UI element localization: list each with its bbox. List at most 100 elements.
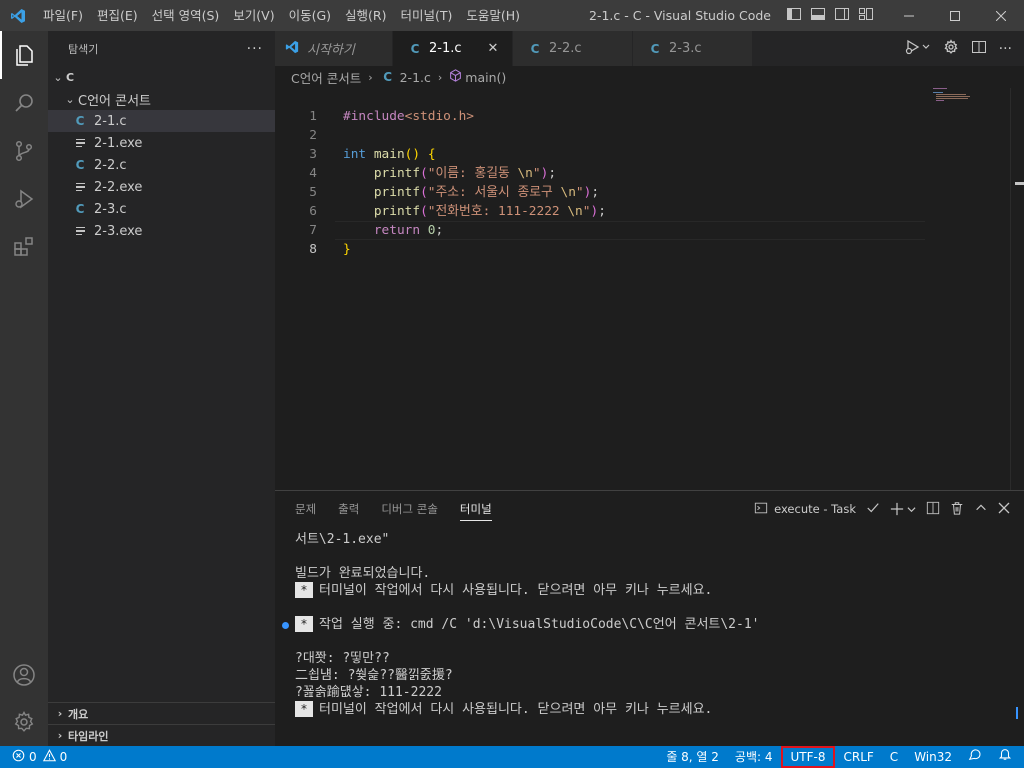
breadcrumb: C언어 콘서트 › C 2-1.c › main() <box>275 66 1024 88</box>
menu-file[interactable]: 파일(F) <box>36 0 90 31</box>
terminal-command-dot[interactable] <box>282 622 289 629</box>
chevron-right-icon: › <box>57 729 63 742</box>
new-terminal-icon[interactable] <box>890 502 916 516</box>
eol-selector[interactable]: CRLF <box>835 746 881 768</box>
terminal-icon <box>754 501 768 518</box>
terminal-task-selector[interactable]: execute - Task <box>754 501 856 518</box>
vscode-logo-icon <box>0 0 36 31</box>
split-editor-icon[interactable] <box>971 39 987 59</box>
file-label: 2-3.c <box>94 201 127 217</box>
toggle-secondary-sidebar-icon[interactable] <box>834 6 850 26</box>
terminal-line: 서트\2-1.exe" <box>295 532 390 547</box>
run-code-icon[interactable] <box>905 39 931 59</box>
encoding-selector[interactable]: UTF-8 <box>780 746 836 768</box>
indentation[interactable]: 공백: 4 <box>727 746 781 768</box>
tree-file-2-2-c[interactable]: C 2-2.c <box>48 154 275 176</box>
tree-folder[interactable]: ⌄ C언어 콘서트 <box>48 88 275 110</box>
menu-edit[interactable]: 편집(E) <box>90 0 145 31</box>
c-file-icon: C <box>383 70 393 84</box>
notifications-bell-icon[interactable] <box>990 746 1024 768</box>
chevron-right-icon: › <box>437 70 443 84</box>
extensions-icon[interactable] <box>0 223 48 271</box>
close-window-button[interactable] <box>978 0 1024 31</box>
generic-file-icon <box>72 226 88 236</box>
feedback-icon[interactable] <box>960 746 990 768</box>
check-icon[interactable] <box>866 501 880 518</box>
editor-scrollbar[interactable] <box>1010 88 1024 490</box>
c-file-icon: C <box>75 158 85 172</box>
platform-config[interactable]: Win32 <box>906 746 960 768</box>
code-editor[interactable]: 1 #include<stdio.h> 2 3 int main() { 4 pri… <box>275 88 1024 490</box>
problems-indicator[interactable]: 0 0 <box>0 749 67 765</box>
close-panel-icon[interactable] <box>998 502 1010 517</box>
breadcrumb-symbol[interactable]: main() <box>465 70 506 85</box>
menu-run[interactable]: 실행(R) <box>338 0 393 31</box>
breadcrumb-folder[interactable]: C언어 콘서트 <box>291 68 361 87</box>
terminal-line: * 터미널이 작업에서 다시 사용됩니다. 닫으려면 아무 키나 누르세요. <box>295 701 712 718</box>
error-count: 0 <box>29 750 37 764</box>
trash-icon[interactable] <box>950 501 964 518</box>
more-actions-icon[interactable]: ··· <box>999 41 1012 57</box>
tab-debug-console[interactable]: 디버그 콘솔 <box>373 491 446 527</box>
chevron-down-icon: ⌄ <box>53 70 63 84</box>
language-mode[interactable]: C <box>882 746 906 768</box>
tab-label: 2-1.c <box>429 41 462 56</box>
tab-terminal[interactable]: 터미널 <box>452 491 500 527</box>
tree-file-2-1-c[interactable]: C 2-1.c <box>48 110 275 132</box>
source-control-icon[interactable] <box>0 127 48 175</box>
close-tab-icon[interactable]: ✕ <box>488 41 499 56</box>
toggle-panel-icon[interactable] <box>810 6 826 26</box>
terminal-scrollbar[interactable] <box>1016 707 1018 719</box>
tab-welcome[interactable]: 시작하기 <box>275 31 393 66</box>
tree-file-2-2-exe[interactable]: 2-2.exe <box>48 176 275 198</box>
outline-section[interactable]: › 개요 <box>48 702 275 724</box>
status-bar: 0 0 줄 8, 열 2 공백: 4 UTF-8 CRLF C Win32 <box>0 746 1024 768</box>
timeline-section[interactable]: › 타임라인 <box>48 724 275 746</box>
tab-2-3-c[interactable]: C 2-3.c <box>633 31 753 66</box>
menu-selection[interactable]: 선택 영역(S) <box>145 0 227 31</box>
menu-terminal[interactable]: 터미널(T) <box>394 0 460 31</box>
explorer-icon[interactable] <box>0 31 48 79</box>
minimap[interactable] <box>933 88 1013 104</box>
panel-actions: execute - Task <box>754 491 1010 527</box>
run-debug-icon[interactable] <box>0 175 48 223</box>
layout-controls <box>786 0 874 31</box>
tab-label: 2-3.c <box>669 41 702 56</box>
toggle-sidebar-icon[interactable] <box>786 6 802 26</box>
explorer-header: 탐색기 ··· <box>48 31 275 66</box>
file-label: 2-1.c <box>94 113 127 129</box>
menu-go[interactable]: 이동(G) <box>282 0 338 31</box>
menu-bar: 파일(F) 편집(E) 선택 영역(S) 보기(V) 이동(G) 실행(R) 터… <box>36 0 527 31</box>
c-file-icon: C <box>75 202 85 216</box>
terminal-output[interactable]: 서트\2-1.exe" 빌드가 완료되었습니다. * 터미널이 작업에서 다시 사… <box>275 527 1024 747</box>
minimize-button[interactable] <box>886 0 932 31</box>
more-actions-icon[interactable]: ··· <box>247 41 263 57</box>
tab-output[interactable]: 출력 <box>330 491 367 527</box>
menu-help[interactable]: 도움말(H) <box>459 0 527 31</box>
tree-root-folder[interactable]: ⌄ C <box>48 66 275 88</box>
maximize-button[interactable] <box>932 0 978 31</box>
code-line-1: 1 #include<stdio.h> <box>309 109 474 124</box>
star-marker: * <box>295 616 313 632</box>
search-icon[interactable] <box>0 79 48 127</box>
outline-label: 개요 <box>68 707 89 721</box>
tab-2-1-c[interactable]: C 2-1.c ✕ <box>393 31 513 66</box>
tab-problems[interactable]: 문제 <box>287 491 324 527</box>
activity-bar <box>0 31 48 746</box>
file-label: 2-2.exe <box>94 179 143 195</box>
cursor-position[interactable]: 줄 8, 열 2 <box>658 746 727 768</box>
breadcrumb-file[interactable]: 2-1.c <box>400 70 431 85</box>
menu-view[interactable]: 보기(V) <box>226 0 281 31</box>
tree-file-2-3-c[interactable]: C 2-3.c <box>48 198 275 220</box>
vscode-tab-icon <box>285 40 299 58</box>
settings-gear-icon[interactable] <box>943 38 959 59</box>
file-label: 2-1.exe <box>94 135 143 151</box>
chevron-up-icon[interactable] <box>974 501 988 518</box>
customize-layout-icon[interactable] <box>858 6 874 26</box>
manage-gear-icon[interactable] <box>0 698 48 746</box>
tree-file-2-1-exe[interactable]: 2-1.exe <box>48 132 275 154</box>
tab-2-2-c[interactable]: C 2-2.c <box>513 31 633 66</box>
accounts-icon[interactable] <box>0 651 48 699</box>
tree-file-2-3-exe[interactable]: 2-3.exe <box>48 220 275 242</box>
split-terminal-icon[interactable] <box>926 501 940 518</box>
